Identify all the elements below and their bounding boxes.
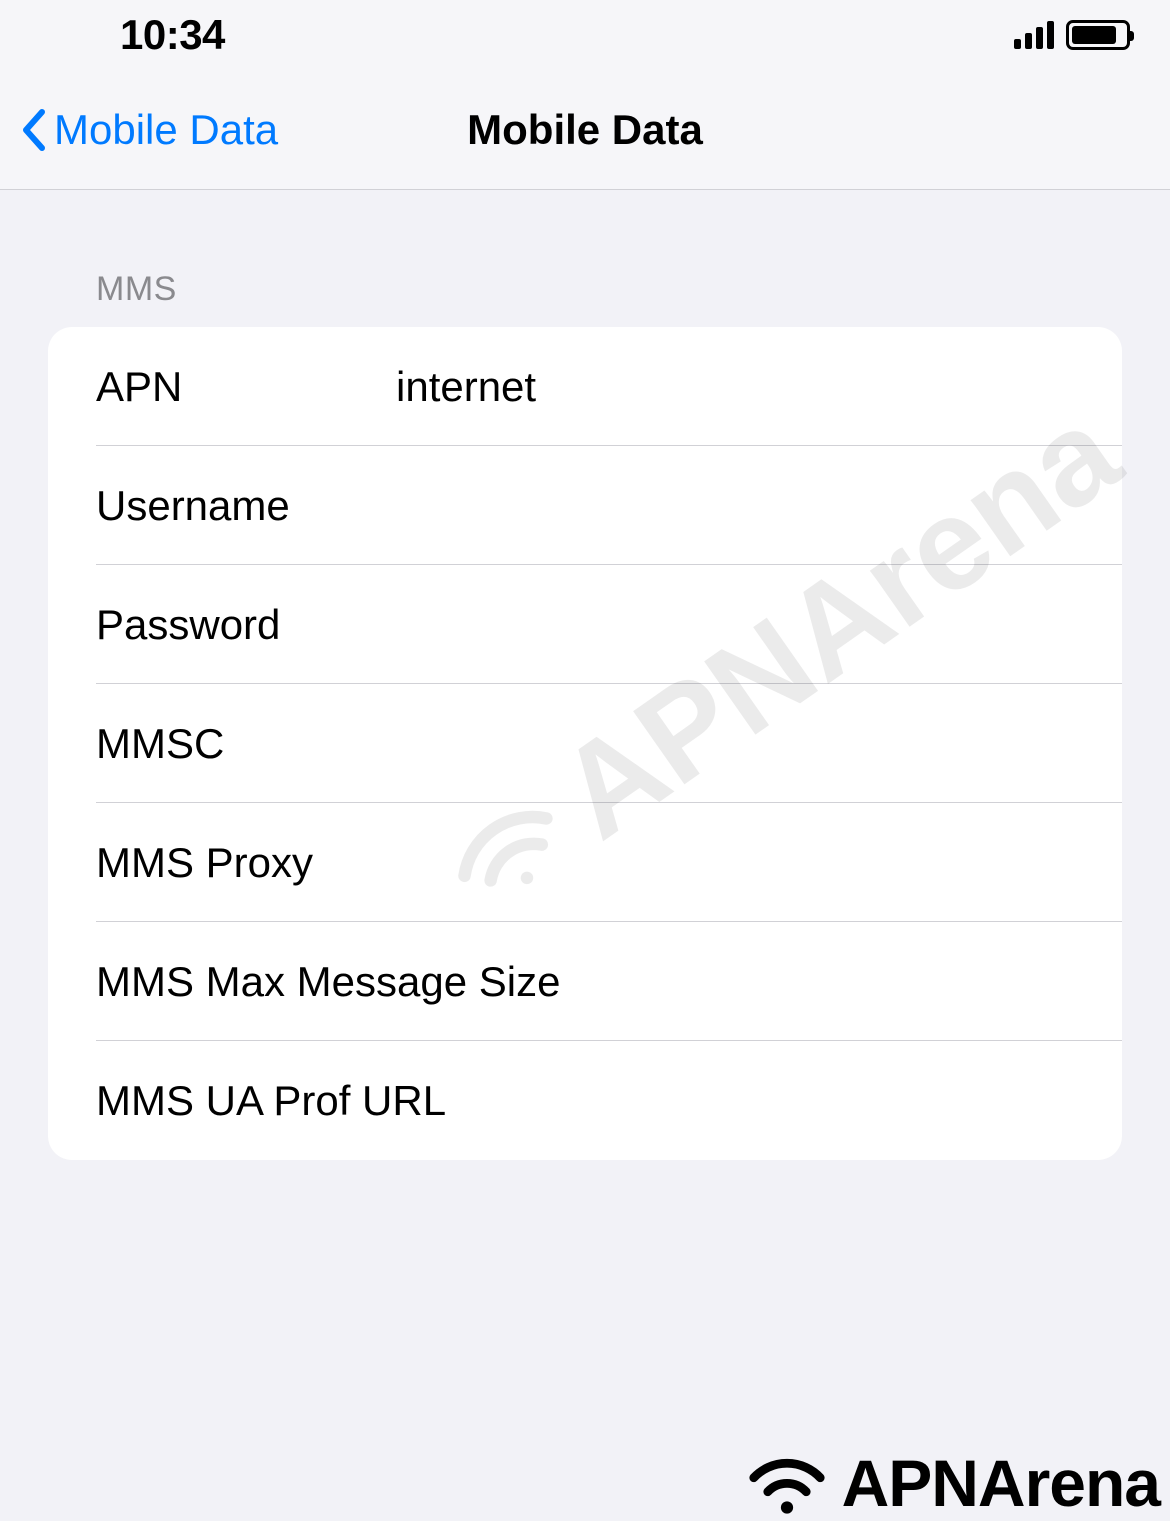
section-header-mms: MMS xyxy=(48,270,1122,327)
mms-ua-prof-url-value[interactable] xyxy=(446,1076,1074,1126)
password-row[interactable]: Password xyxy=(48,565,1122,684)
content-area: MMS APN internet Username Password MMSC … xyxy=(0,190,1170,1160)
mmsc-row[interactable]: MMSC xyxy=(48,684,1122,803)
mms-ua-prof-url-label: MMS UA Prof URL xyxy=(96,1077,446,1125)
mms-max-message-size-value[interactable] xyxy=(560,957,1074,1007)
mms-proxy-value[interactable] xyxy=(396,838,1074,888)
mms-max-message-size-label: MMS Max Message Size xyxy=(96,958,560,1006)
mms-proxy-label: MMS Proxy xyxy=(96,839,396,887)
mmsc-label: MMSC xyxy=(96,720,396,768)
username-value[interactable] xyxy=(396,481,1074,531)
username-label: Username xyxy=(96,482,396,530)
status-time: 10:34 xyxy=(120,11,225,59)
back-label: Mobile Data xyxy=(54,106,278,154)
apn-value[interactable]: internet xyxy=(396,363,1074,411)
brand-text: APNArena xyxy=(842,1445,1160,1521)
settings-group-mms: APN internet Username Password MMSC MMS … xyxy=(48,327,1122,1160)
mms-max-message-size-row[interactable]: MMS Max Message Size xyxy=(48,922,1122,1041)
mmsc-value[interactable] xyxy=(396,719,1074,769)
battery-icon xyxy=(1066,20,1130,50)
chevron-left-icon xyxy=(20,108,46,152)
status-bar: 10:34 xyxy=(0,0,1170,70)
status-indicators xyxy=(1014,20,1130,50)
apn-label: APN xyxy=(96,363,396,411)
password-value[interactable] xyxy=(396,600,1074,650)
password-label: Password xyxy=(96,601,396,649)
back-button[interactable]: Mobile Data xyxy=(20,106,278,154)
page-title: Mobile Data xyxy=(467,106,703,154)
navigation-bar: Mobile Data Mobile Data xyxy=(0,70,1170,190)
mms-ua-prof-url-row[interactable]: MMS UA Prof URL xyxy=(48,1041,1122,1160)
wifi-icon xyxy=(742,1448,832,1518)
cellular-signal-icon xyxy=(1014,21,1054,49)
username-row[interactable]: Username xyxy=(48,446,1122,565)
mms-proxy-row[interactable]: MMS Proxy xyxy=(48,803,1122,922)
brand-footer: APNArena xyxy=(742,1445,1160,1521)
apn-row[interactable]: APN internet xyxy=(48,327,1122,446)
